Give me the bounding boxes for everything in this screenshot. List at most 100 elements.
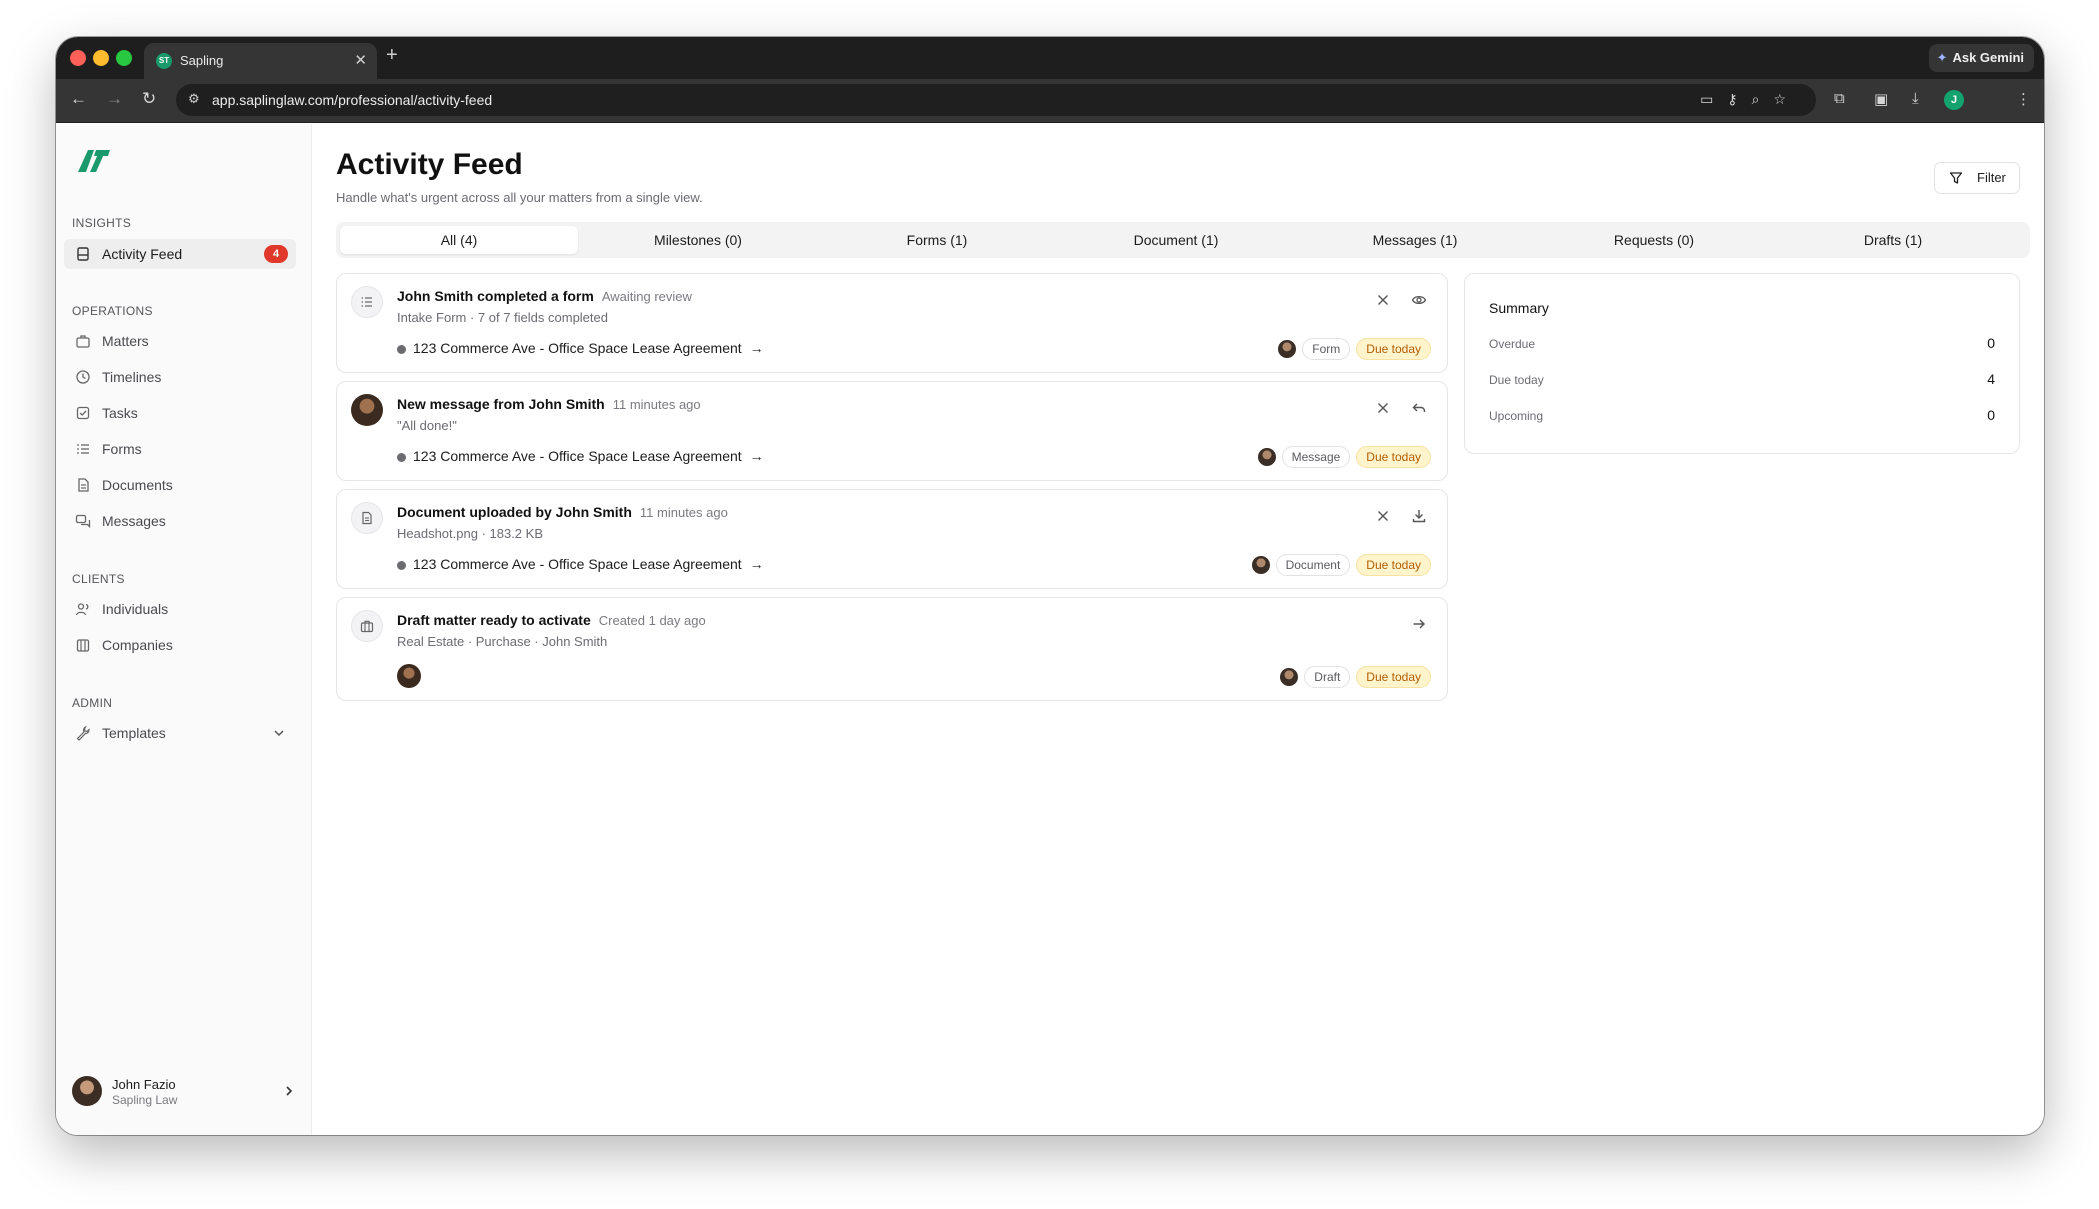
matter-link[interactable]: 123 Commerce Ave - Office Space Lease Ag… (397, 340, 764, 356)
site-settings-icon[interactable]: ⚙ (188, 91, 200, 107)
card-description: Headshot.png · 183.2 KB (397, 526, 543, 541)
zoom-window-button[interactable] (116, 50, 132, 66)
sidebar-item-forms[interactable]: Forms (64, 434, 296, 464)
page-title: Activity Feed (336, 148, 523, 181)
browser-toolbar: ← → ↻ ⚙ app.saplinglaw.com/professional/… (56, 79, 2044, 123)
browser-tab[interactable]: ST Sapling ✕ (144, 43, 377, 79)
chevron-down-icon[interactable] (272, 726, 286, 740)
users-icon (75, 603, 89, 616)
download-icon[interactable]: ⤓ (1912, 90, 1919, 107)
sidebar-item-timelines[interactable]: Timelines (64, 362, 296, 392)
password-key-icon[interactable]: ⚷ (1727, 91, 1751, 107)
feed-card-draft[interactable]: Draft matter ready to activate Created 1 … (336, 597, 1448, 701)
tab-document[interactable]: Document (1) (1057, 226, 1295, 254)
sidebar-item-companies[interactable]: Companies (64, 630, 296, 660)
card-timestamp: Created 1 day ago (598, 613, 706, 628)
back-arrow-icon[interactable]: ← (70, 89, 87, 109)
cast-icon[interactable]: ▭ (1700, 91, 1727, 107)
eye-icon[interactable] (1411, 292, 1427, 308)
tab-forms[interactable]: Forms (1) (818, 226, 1056, 254)
summary-label: Upcoming (1489, 409, 1544, 423)
close-window-button[interactable] (70, 50, 86, 66)
sidebar-item-messages[interactable]: Messages (64, 506, 296, 536)
summary-value: 4 (1987, 371, 1995, 387)
feed-card-form[interactable]: John Smith completed a form Awaiting revi… (336, 273, 1448, 373)
download-icon[interactable] (1411, 508, 1427, 524)
extensions-icon[interactable]: ⧉ (1834, 90, 1845, 107)
minimize-window-button[interactable] (93, 50, 109, 66)
card-title-text: John Smith completed a form (397, 288, 594, 304)
sidebar-item-templates[interactable]: Templates (64, 718, 296, 748)
zoom-icon[interactable]: ⌕ (1752, 91, 1774, 107)
briefcase-icon (351, 610, 383, 642)
url-text[interactable]: app.saplinglaw.com/professional/activity… (212, 92, 492, 108)
summary-label: Due today (1489, 373, 1544, 387)
summary-title: Summary (1489, 300, 1549, 316)
bookmark-star-icon[interactable]: ☆ (1773, 91, 1800, 107)
new-tab-button[interactable]: + (386, 45, 398, 65)
sapling-favicon-icon: ST (156, 53, 172, 69)
forward-arrow-icon[interactable]: → (106, 89, 123, 109)
card-title-text: Draft matter ready to activate (397, 612, 591, 628)
activity-tabs: All (4) Milestones (0) Forms (1) Documen… (336, 222, 2030, 258)
matter-name: 123 Commerce Ave - Office Space Lease Ag… (413, 556, 742, 572)
tab-all[interactable]: All (4) (340, 226, 578, 254)
tab-search-icon[interactable]: ▣ (1874, 90, 1888, 108)
filter-button[interactable]: Filter (1934, 162, 2020, 194)
tab-close-icon[interactable]: ✕ (354, 51, 367, 69)
feed-card-document[interactable]: Document uploaded by John Smith 11 minute… (336, 489, 1448, 589)
chat-bubbles-icon (75, 514, 91, 529)
reply-icon[interactable] (1411, 400, 1427, 416)
menu-kebab-icon[interactable]: ⋮ (2016, 90, 2031, 108)
summary-row-overdue: Overdue 0 (1489, 335, 1995, 355)
card-description: "All done!" (397, 418, 457, 433)
section-insights: INSIGHTS (72, 216, 132, 230)
sidebar-item-label: Forms (102, 441, 142, 457)
sidebar-item-label: Timelines (102, 369, 162, 385)
section-admin: ADMIN (72, 696, 113, 710)
card-status: Awaiting review (601, 289, 692, 304)
card-title: Document uploaded by John Smith 11 minute… (397, 504, 728, 520)
matter-status-dot (397, 561, 406, 570)
sidebar-item-activity-feed[interactable]: Activity Feed 4 (64, 239, 296, 269)
browser-window: ST Sapling ✕ + ✦ Ask Gemini ← → ↻ ⚙ app.s… (56, 37, 2044, 1135)
user-profile-menu[interactable]: John Fazio Sapling Law (72, 1071, 296, 1111)
chevron-right-icon[interactable] (282, 1084, 296, 1098)
card-title-text: New message from John Smith (397, 396, 605, 412)
profile-avatar[interactable]: J (1944, 90, 1964, 110)
sidebar-item-matters[interactable]: Matters (64, 326, 296, 356)
ask-gemini-button[interactable]: ✦ Ask Gemini (1928, 44, 2034, 72)
tab-milestones[interactable]: Milestones (0) (579, 226, 817, 254)
address-bar[interactable]: ⚙ app.saplinglaw.com/professional/activi… (176, 84, 1816, 116)
matter-link[interactable]: 123 Commerce Ave - Office Space Lease Ag… (397, 556, 764, 572)
browser-tabbar: ST Sapling ✕ + ✦ Ask Gemini (56, 37, 2044, 79)
sidebar-item-individuals[interactable]: Individuals (64, 594, 296, 624)
activity-count-badge: 4 (264, 245, 288, 263)
due-tag: Due today (1356, 446, 1431, 468)
app: INSIGHTS Activity Feed 4 OPERATIONS Matt… (56, 124, 2044, 1135)
card-tags: Draft Due today (1280, 666, 1431, 688)
matter-link[interactable]: 123 Commerce Ave - Office Space Lease Ag… (397, 448, 764, 464)
tab-messages[interactable]: Messages (1) (1296, 226, 1534, 254)
sidebar-item-tasks[interactable]: Tasks (64, 398, 296, 428)
card-timestamp: 11 minutes ago (612, 397, 701, 412)
dismiss-x-icon[interactable] (1375, 292, 1391, 308)
sidebar-item-documents[interactable]: Documents (64, 470, 296, 500)
sidebar-item-label: Documents (102, 477, 173, 493)
user-avatar (72, 1076, 102, 1106)
tab-requests[interactable]: Requests (0) (1535, 226, 1773, 254)
assignee-avatar (1251, 556, 1270, 574)
assignee-avatar (1280, 668, 1299, 686)
list-icon (77, 444, 89, 454)
card-title: New message from John Smith 11 minutes ag… (397, 396, 701, 412)
type-tag: Form (1302, 338, 1351, 360)
arrow-right-icon: → (749, 448, 764, 464)
reload-icon[interactable]: ↻ (142, 89, 156, 109)
card-timestamp: 11 minutes ago (639, 505, 728, 520)
tab-drafts[interactable]: Drafts (1) (1774, 226, 2012, 254)
dismiss-x-icon[interactable] (1375, 508, 1391, 524)
arrow-right-icon[interactable] (1411, 616, 1427, 632)
document-icon (78, 478, 89, 492)
dismiss-x-icon[interactable] (1375, 400, 1391, 416)
feed-card-message[interactable]: New message from John Smith 11 minutes ag… (336, 381, 1448, 481)
